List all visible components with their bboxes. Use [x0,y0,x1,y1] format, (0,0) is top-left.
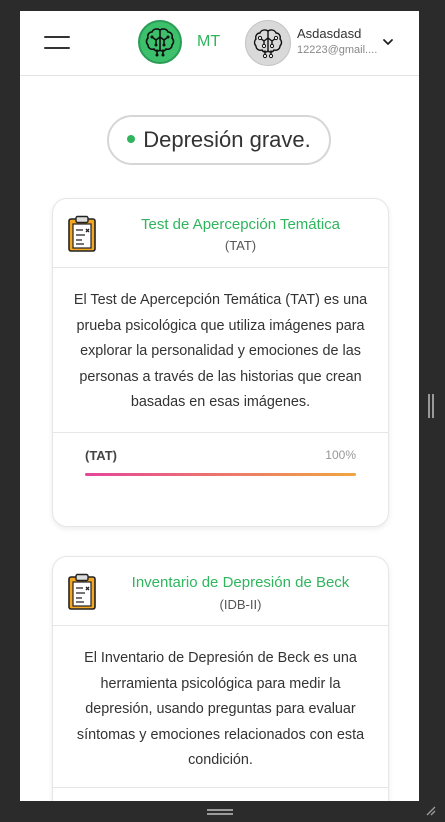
user-name: Asdasdasd [297,26,362,41]
brand-name: MT [197,33,221,50]
app-viewport: MT Asdasdasd 12223@gmail.... Depresión g… [20,11,419,801]
card-description: El Inventario de Depresión de Beck es un… [76,650,365,768]
progress-value: 100% [325,448,356,462]
status-dot [127,135,136,143]
progress-section: (TAT) 100% [53,432,388,507]
resize-corner-icon[interactable] [424,804,436,816]
card-header: Test de Apercepción Temática (TAT) [53,199,388,268]
brain-network-icon [253,29,283,59]
progress-section [53,787,388,801]
bottom-resize-handle[interactable] [207,809,233,815]
progress-bar [85,473,356,476]
progress-label: (TAT) [85,448,117,463]
user-email: 12223@gmail.... [297,44,378,56]
brand-logo[interactable] [138,20,182,64]
diagnosis-label: Depresión grave. [143,127,311,152]
card-title: Test de Apercepción Temática [140,216,340,233]
diagnosis-badge: Depresión grave. [107,115,331,165]
card-description: El Test de Apercepción Temática (TAT) es… [73,292,368,410]
test-card-idb[interactable]: Inventario de Depresión de Beck (IDB-II)… [52,556,389,801]
card-header: Inventario de Depresión de Beck (IDB-II) [53,557,388,626]
hamburger-menu-icon[interactable] [44,34,70,52]
bottom-resize-bar [0,801,445,822]
chevron-down-icon[interactable] [381,35,395,49]
brain-network-icon [145,28,175,57]
test-card-tat[interactable]: Test de Apercepción Temática (TAT) El Te… [52,198,389,527]
user-avatar[interactable] [245,20,291,66]
top-header: MT Asdasdasd 12223@gmail.... [20,11,419,76]
side-resize-handle[interactable] [428,394,434,418]
card-title: Inventario de Depresión de Beck [131,574,350,591]
card-abbreviation: (TAT) [224,238,257,253]
progress-fill [85,473,356,476]
card-abbreviation: (IDB-II) [219,597,262,612]
